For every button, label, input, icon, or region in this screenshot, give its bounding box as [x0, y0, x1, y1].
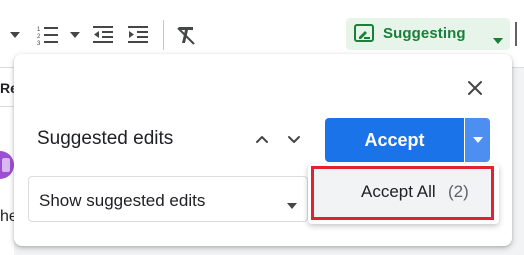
- increase-indent-icon[interactable]: [127, 23, 151, 47]
- bullet-list-dropdown-caret-icon[interactable]: [8, 28, 22, 42]
- editing-mode-label: Suggesting: [383, 25, 466, 42]
- svg-text:3: 3: [37, 41, 41, 46]
- decrease-indent-icon[interactable]: [92, 23, 116, 47]
- toolbar-overflow-edge: [515, 22, 517, 46]
- editing-mode-caret-icon: [493, 31, 503, 48]
- document-divider: [0, 106, 14, 107]
- editing-mode-button[interactable]: Suggesting: [346, 18, 510, 50]
- clear-formatting-icon[interactable]: [174, 23, 198, 47]
- numbered-list-dropdown-caret-icon[interactable]: [68, 28, 82, 42]
- close-icon[interactable]: [464, 77, 486, 99]
- previous-suggestion-chevron-up-icon[interactable]: [254, 131, 270, 152]
- svg-text:2: 2: [37, 34, 41, 40]
- panel-title: Suggested edits: [37, 128, 174, 149]
- accept-all-count: (2): [448, 182, 469, 201]
- numbered-list-icon[interactable]: 1 2 3: [36, 23, 60, 47]
- accept-all-label: Accept All: [361, 182, 436, 201]
- accept-all-menu-item[interactable]: Accept All (2): [313, 167, 492, 217]
- toolbar-divider: [163, 20, 164, 50]
- view-mode-select[interactable]: Show suggested edits: [28, 176, 308, 222]
- view-mode-select-value: Show suggested edits: [39, 191, 206, 210]
- avatar-initial: [2, 158, 10, 172]
- next-suggestion-chevron-down-icon[interactable]: [286, 131, 302, 152]
- suggest-edit-icon: [354, 24, 374, 48]
- accept-button[interactable]: Accept: [325, 118, 464, 162]
- accept-options-dropdown-icon[interactable]: [465, 118, 490, 162]
- view-mode-select-caret-icon: [287, 196, 297, 214]
- svg-text:1: 1: [37, 27, 41, 33]
